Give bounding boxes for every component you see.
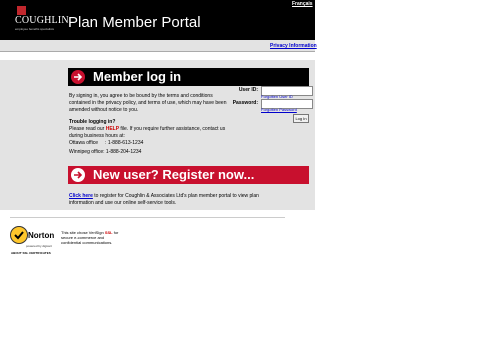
privacy-link[interactable]: Privacy Information <box>270 43 317 49</box>
register-description: to register for Coughlin & Associates Lt… <box>69 193 259 206</box>
register-banner[interactable]: New user? Register now... <box>68 166 309 184</box>
top-bar <box>0 40 315 52</box>
register-text: Click here to register for Coughlin & As… <box>69 193 279 207</box>
register-title: New user? Register now... <box>93 167 255 182</box>
userid-label: User ID: <box>238 87 258 93</box>
member-login-title: Member log in <box>93 69 182 84</box>
seal-text: This site chose VeriSign SSL for secure … <box>61 230 121 245</box>
logo-tagline: employee benefits specialists <box>15 27 55 31</box>
ottawa-office-phone: Ottawa office : 1-888-613-1234 <box>69 140 144 146</box>
help-link[interactable]: HELP <box>106 126 119 132</box>
powered-by-digicert: powered by digicert <box>26 244 53 248</box>
register-click-here-link[interactable]: Click here <box>69 193 93 199</box>
checkmark-icon <box>10 226 28 244</box>
terms-text: By signing in, you agree to be bound by … <box>69 93 227 113</box>
norton-name: Norton <box>28 231 55 240</box>
winnipeg-office-phone: Winnipeg office: 1-888-204-1234 <box>69 149 142 155</box>
trouble-heading: Trouble logging in? <box>69 119 116 125</box>
password-label: Password: <box>232 100 258 106</box>
login-button[interactable]: Log In <box>293 114 309 123</box>
member-login-banner: Member log in <box>68 68 309 86</box>
arrow-right-circle-icon <box>71 168 85 182</box>
page-title: Plan Member Portal <box>68 14 201 31</box>
forgot-password-link[interactable]: Forgotten Password <box>261 107 297 112</box>
seal-ssl: SSL <box>104 230 113 235</box>
help-text: Please read our HELP file. If you requir… <box>69 126 229 140</box>
about-ssl-certificates: ABOUT SSL CERTIFICATES <box>11 251 51 255</box>
logo-mark-icon <box>17 6 26 15</box>
norton-seal[interactable]: Norton powered by digicert ABOUT SSL CER… <box>10 226 58 256</box>
logo-name: COUGHLIN <box>15 15 69 26</box>
divider <box>10 217 285 218</box>
help-prefix: Please read our <box>69 126 106 132</box>
language-link[interactable]: Français <box>292 1 313 7</box>
arrow-right-circle-icon <box>71 70 85 84</box>
coughlin-logo[interactable]: COUGHLIN employee benefits specialists <box>14 6 69 34</box>
